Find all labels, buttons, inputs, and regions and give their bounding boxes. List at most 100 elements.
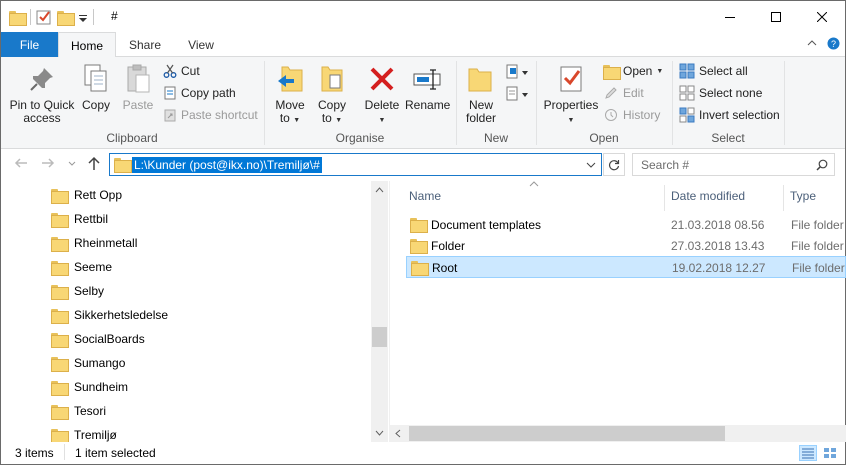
- item-count: 3 items: [15, 446, 54, 460]
- file-list-horizontal-scrollbar[interactable]: [390, 425, 846, 442]
- help-icon[interactable]: ?: [827, 37, 840, 50]
- refresh-button[interactable]: [603, 153, 625, 176]
- file-row[interactable]: Folder 27.03.2018 13.43 File folder: [406, 235, 846, 257]
- invert-selection-button[interactable]: Invert selection: [679, 105, 780, 125]
- large-icons-view-button[interactable]: [821, 445, 839, 461]
- window-title: #: [111, 9, 118, 23]
- tab-view[interactable]: View: [177, 32, 225, 57]
- group-label-select: Select: [711, 131, 745, 145]
- paste-shortcut-button[interactable]: Paste shortcut: [163, 105, 258, 125]
- search-icon[interactable]: [816, 159, 828, 171]
- edit-button[interactable]: Edit: [603, 83, 644, 103]
- qat-divider: [30, 9, 31, 25]
- tab-file[interactable]: File: [1, 32, 58, 57]
- properties-check-icon[interactable]: [36, 9, 52, 25]
- rename-button[interactable]: Rename: [405, 63, 450, 112]
- copy-button[interactable]: Copy: [80, 63, 112, 112]
- tree-item[interactable]: SocialBoards: [51, 327, 145, 351]
- status-divider: [64, 444, 65, 460]
- search-placeholder: Search #: [641, 158, 690, 172]
- address-path[interactable]: L:\Kunder (post@ikx.no)\Tremiljø\#: [132, 157, 322, 173]
- tree-item[interactable]: Tesori: [51, 399, 106, 423]
- column-divider[interactable]: [664, 185, 665, 211]
- scroll-up-arrow-icon[interactable]: [375, 187, 384, 193]
- address-field[interactable]: L:\Kunder (post@ikx.no)\Tremiljø\#: [109, 153, 602, 176]
- group-label-new: New: [483, 131, 508, 145]
- title-bar: #: [1, 1, 845, 32]
- column-divider[interactable]: [783, 185, 784, 211]
- folder-icon: [51, 284, 69, 300]
- cut-button[interactable]: Cut: [163, 61, 200, 81]
- selection-status: 1 item selected: [75, 446, 156, 460]
- scrollbar-thumb[interactable]: [372, 327, 387, 347]
- close-button[interactable]: [799, 1, 845, 32]
- dropdown-arrow-icon: ▼: [567, 117, 575, 124]
- column-header-type[interactable]: Type: [790, 189, 816, 203]
- select-none-button[interactable]: Select none: [679, 83, 762, 103]
- ribbon-home: Pin to Quick access Copy Paste Cut Copy …: [1, 57, 845, 149]
- customize-dropdown-icon[interactable]: [78, 9, 88, 25]
- column-header-date-modified[interactable]: Date modified: [671, 189, 745, 203]
- ribbon-collapse-icon[interactable]: [807, 38, 817, 48]
- details-view-icon: [802, 448, 814, 459]
- group-label-organise: Organise: [335, 131, 385, 145]
- file-explorer-window: # File Home Share View ? Pin to Quick ac…: [0, 0, 846, 465]
- edit-icon: [605, 87, 617, 99]
- copy-to-icon: [321, 66, 343, 92]
- minimize-button[interactable]: [707, 1, 753, 32]
- delete-button[interactable]: Delete ▼: [362, 63, 402, 127]
- search-box[interactable]: Search #: [632, 153, 835, 176]
- tree-item[interactable]: Sumango: [51, 351, 125, 375]
- new-folder-icon[interactable]: [57, 10, 75, 26]
- properties-button[interactable]: Properties ▼: [542, 63, 600, 127]
- ribbon-tabs: File Home Share View ?: [1, 32, 845, 58]
- open-button[interactable]: Open ▼: [603, 61, 663, 81]
- details-view-button[interactable]: [799, 445, 817, 461]
- tab-home[interactable]: Home: [58, 32, 116, 58]
- dropdown-arrow-icon: ▼: [335, 117, 343, 124]
- history-button[interactable]: History: [603, 105, 660, 125]
- address-dropdown-chevron-icon[interactable]: [586, 161, 596, 169]
- up-arrow-icon[interactable]: [87, 156, 101, 171]
- copy-path-button[interactable]: Copy path: [163, 83, 236, 103]
- tree-item[interactable]: Sundheim: [51, 375, 128, 399]
- tree-item[interactable]: Selby: [51, 279, 104, 303]
- back-arrow-icon[interactable]: [14, 156, 28, 170]
- scrollbar-thumb[interactable]: [409, 426, 725, 441]
- move-to-button[interactable]: Move to ▼: [271, 63, 309, 127]
- paste-shortcut-icon: [164, 109, 176, 122]
- copy-to-button[interactable]: Copy to ▼: [313, 63, 351, 127]
- maximize-icon: [771, 11, 781, 22]
- file-row-selected[interactable]: Root 19.02.2018 12.27 File folder: [406, 256, 846, 278]
- folder-icon: [51, 356, 69, 372]
- forward-arrow-icon[interactable]: [41, 156, 55, 170]
- new-folder-button[interactable]: New folder: [461, 63, 501, 125]
- close-icon: [817, 11, 827, 22]
- new-item-icon[interactable]: [505, 63, 531, 81]
- properties-icon: [560, 66, 582, 92]
- easy-access-icon[interactable]: [505, 85, 531, 103]
- tree-item[interactable]: Seeme: [51, 255, 112, 279]
- maximize-button[interactable]: [753, 1, 799, 32]
- tree-item[interactable]: Rheinmetall: [51, 231, 137, 255]
- tree-item[interactable]: Rett Opp: [51, 183, 122, 207]
- scroll-left-arrow-icon[interactable]: [395, 429, 401, 438]
- nav-pane-scrollbar[interactable]: [371, 181, 388, 442]
- navigation-pane: Rett Opp Rettbil Rheinmetall Seeme Selby…: [1, 181, 388, 444]
- folder-icon: [51, 404, 69, 420]
- tree-item[interactable]: Sikkerhetsledelse: [51, 303, 168, 327]
- recent-locations-chevron-icon[interactable]: [67, 160, 77, 168]
- copy-path-icon: [164, 86, 176, 100]
- file-row[interactable]: Document templates 21.03.2018 08.56 File…: [406, 214, 846, 236]
- select-all-button[interactable]: Select all: [679, 61, 748, 81]
- folder-icon: [410, 239, 428, 254]
- pin-to-quick-access-button[interactable]: Pin to Quick access: [9, 63, 75, 125]
- select-none-icon: [679, 85, 695, 101]
- tab-share[interactable]: Share: [121, 32, 169, 57]
- tree-item[interactable]: Rettbil: [51, 207, 108, 231]
- folder-icon: [51, 308, 69, 324]
- folder-icon: [51, 380, 69, 396]
- column-header-name[interactable]: Name: [409, 189, 441, 203]
- paste-button[interactable]: Paste: [119, 63, 157, 112]
- scroll-down-arrow-icon[interactable]: [375, 430, 384, 436]
